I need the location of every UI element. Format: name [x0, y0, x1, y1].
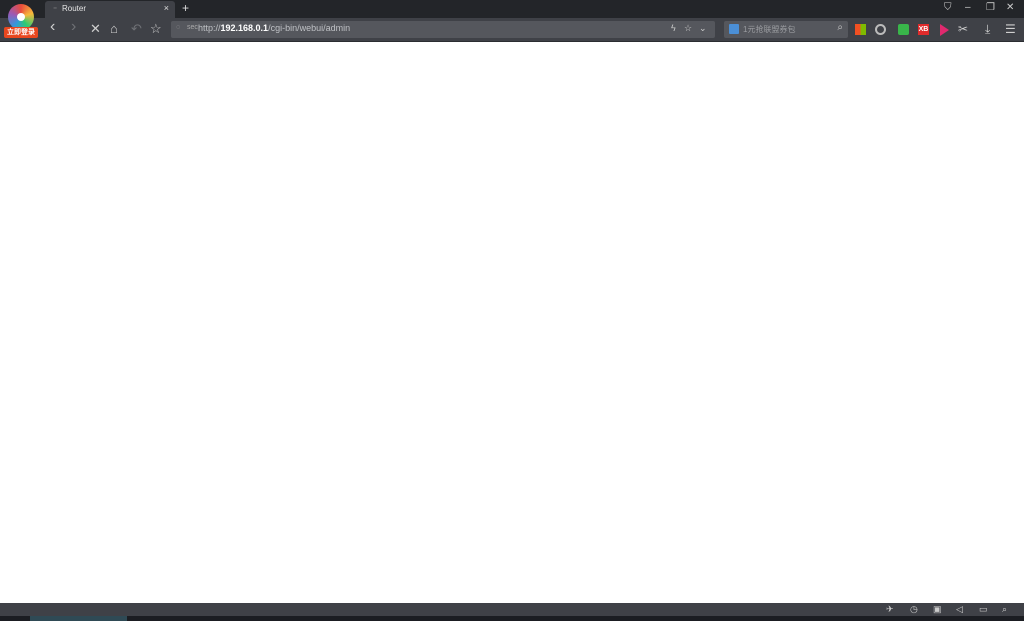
stop-button[interactable]: ✕	[90, 21, 101, 37]
taskbar	[0, 616, 1024, 621]
address-bar[interactable]: ◌ sec http://192.168.0.1/cgi-bin/webui/a…	[171, 21, 715, 38]
tab-close-icon[interactable]: ×	[164, 3, 169, 13]
flag-extension-icon[interactable]	[940, 24, 949, 36]
undo-close-button[interactable]: ↶	[131, 21, 142, 37]
cut-icon[interactable]: ✂	[958, 22, 968, 36]
loading-spinner-icon: ⁻	[53, 5, 58, 14]
skin-icon[interactable]: ⛉	[944, 2, 952, 13]
taskbar-active-item[interactable]	[30, 616, 127, 621]
trash-icon[interactable]: ▣	[933, 604, 942, 615]
title-bar: ⁻ Router × + ⛉ – ❐ ✕	[0, 0, 1024, 18]
search-icon[interactable]: ⌕	[837, 22, 843, 33]
security-icon: sec	[187, 24, 198, 31]
chevron-down-icon[interactable]: ⌄	[699, 23, 707, 34]
tab-router[interactable]: ⁻ Router ×	[45, 1, 175, 18]
sound-icon[interactable]: ◁	[956, 604, 963, 615]
forward-button[interactable]: ›	[71, 18, 76, 36]
minimize-button[interactable]: –	[965, 2, 971, 13]
search-box[interactable]: 1元抢联盟券包 ⌕	[724, 21, 848, 38]
page-content	[0, 43, 1024, 603]
lightning-icon[interactable]: ϟ	[671, 23, 676, 33]
navigation-toolbar: ‹ › ✕ ⌂ ↶ ☆ ◌ sec http://192.168.0.1/cgi…	[0, 18, 1024, 42]
zoom-icon[interactable]: ⌕	[1002, 604, 1007, 615]
close-window-button[interactable]: ✕	[1006, 2, 1014, 13]
extension-puzzle-icon[interactable]	[898, 24, 909, 35]
home-button[interactable]: ⌂	[110, 21, 118, 36]
search-placeholder: 1元抢联盟券包	[743, 25, 796, 34]
page-info-icon[interactable]: ◌	[176, 24, 180, 31]
download-icon[interactable]: ⤓	[985, 22, 990, 37]
menu-icon[interactable]: ☰	[1005, 22, 1016, 36]
new-tab-button[interactable]: +	[182, 1, 189, 15]
restore-button[interactable]: ❐	[986, 2, 995, 13]
back-button[interactable]: ‹	[50, 18, 55, 36]
url-text[interactable]: http://192.168.0.1/cgi-bin/webui/admin	[198, 23, 350, 33]
history-icon[interactable]: ◷	[910, 604, 918, 615]
browser-logo[interactable]: 立即登录	[4, 2, 38, 38]
login-badge[interactable]: 立即登录	[4, 27, 38, 38]
tab-title: Router	[62, 4, 87, 13]
accelerate-icon[interactable]: ✈	[886, 604, 894, 615]
window-icon[interactable]: ▭	[979, 604, 988, 615]
favorite-button[interactable]: ☆	[150, 21, 162, 37]
apps-icon[interactable]	[855, 24, 866, 35]
star-icon[interactable]: ☆	[684, 23, 692, 34]
extension-gear-icon[interactable]	[875, 24, 886, 35]
search-engine-icon[interactable]	[729, 24, 739, 34]
status-bar: ✈ ◷ ▣ ◁ ▭ ⌕	[0, 603, 1024, 616]
xb-extension-icon[interactable]: XB	[918, 24, 929, 35]
